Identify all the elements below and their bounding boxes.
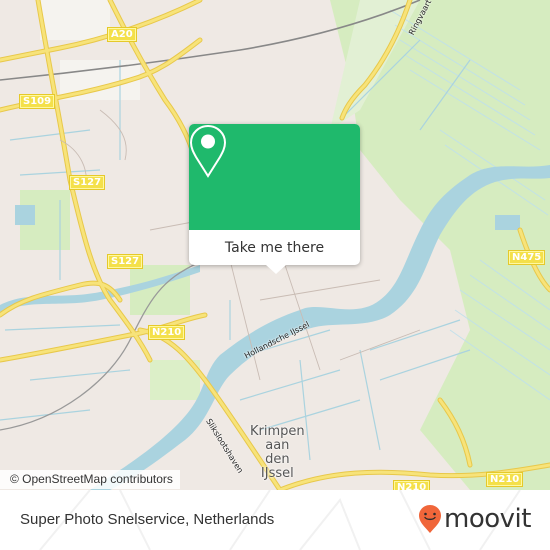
place-label-line: aan [265, 438, 290, 453]
place-label-line: IJssel [260, 466, 294, 481]
block-nw [40, 0, 110, 40]
moovit-logo[interactable]: moovit [418, 504, 531, 534]
moovit-logo-text: moovit [444, 504, 531, 534]
location-popup: Take me there [189, 124, 360, 274]
place-title: Super Photo Snelservice, Netherlands [20, 511, 275, 528]
place-label-krimpen-aan-den-ijssel: Krimpen aan den IJssel [250, 425, 305, 481]
location-pin-icon [189, 124, 227, 178]
popup-tail [266, 265, 286, 274]
moovit-smiley-pin-icon [419, 505, 441, 533]
road-label-s127: S127 [69, 175, 106, 190]
map-attribution[interactable]: © OpenStreetMap contributors [0, 470, 180, 489]
road-label-a20: A20 [107, 27, 137, 42]
road-label-n475: N475 [508, 250, 546, 265]
pond-east [495, 215, 520, 230]
footer: Super Photo Snelservice, Netherlands moo… [0, 490, 550, 550]
place-label-line: den [265, 452, 290, 467]
map[interactable]: A20 S109 S127 S127 N210 N475 N210 N210 H… [0, 0, 550, 490]
road-label-n210: N210 [393, 480, 431, 490]
road-label-n210: N210 [486, 472, 524, 487]
pond-west [15, 205, 35, 225]
road-label-n210: N210 [148, 325, 186, 340]
road-label-s127: S127 [107, 254, 144, 269]
take-me-there-button[interactable]: Take me there [189, 230, 360, 265]
popup-header [189, 124, 360, 230]
road-label-s109: S109 [19, 94, 56, 109]
place-label-line: Krimpen [250, 424, 305, 439]
